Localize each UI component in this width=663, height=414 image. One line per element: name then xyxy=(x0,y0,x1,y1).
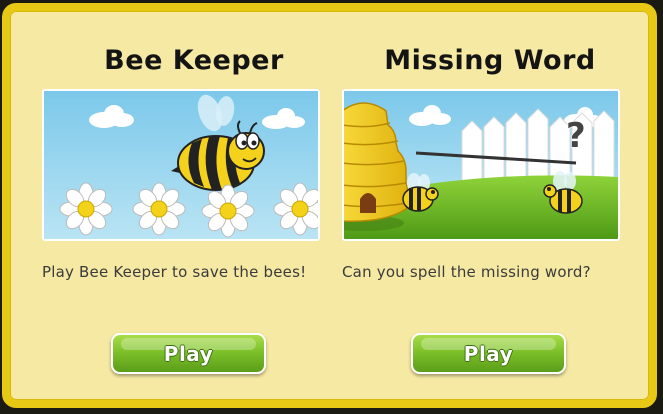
missing-word-illustration: ? xyxy=(344,91,618,239)
games-panel: Bee Keeper Play Bee Keeper to save the b… xyxy=(2,3,657,408)
game-title: Bee Keeper xyxy=(104,45,284,76)
play-button-bee-keeper[interactable]: Play xyxy=(111,333,266,374)
game-description: Can you spell the missing word? xyxy=(342,263,591,281)
bee-keeper-illustration xyxy=(44,91,318,239)
flower-icon xyxy=(132,182,186,236)
game-description: Play Bee Keeper to save the bees! xyxy=(42,263,307,281)
game-card-missing-word: Missing Word ? Can you spell the missing… xyxy=(340,11,640,401)
game-thumbnail-missing-word[interactable]: ? xyxy=(342,89,620,241)
game-card-bee-keeper: Bee Keeper Play Bee Keeper to save the b… xyxy=(40,11,340,401)
play-button-label: Play xyxy=(463,342,514,366)
play-button-missing-word[interactable]: Play xyxy=(411,333,566,374)
game-thumbnail-bee-keeper[interactable] xyxy=(42,89,320,241)
play-button-label: Play xyxy=(163,342,214,366)
flower-icon xyxy=(59,182,113,236)
question-mark-icon: ? xyxy=(566,116,586,156)
flower-icon xyxy=(201,184,255,238)
game-title: Missing Word xyxy=(384,45,596,76)
